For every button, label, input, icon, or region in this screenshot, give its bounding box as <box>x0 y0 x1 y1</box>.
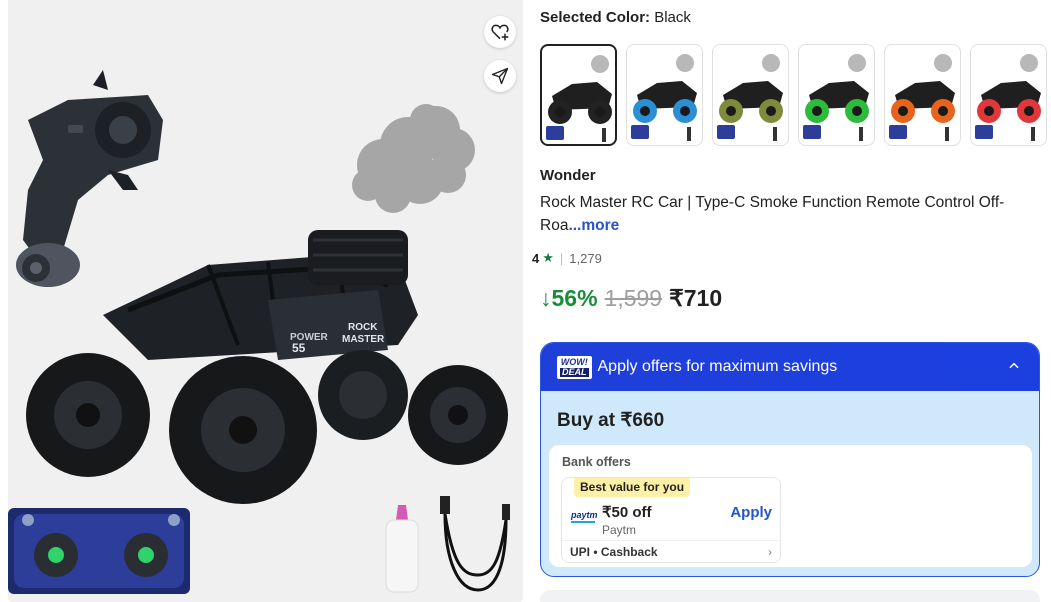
wow-deal-badge-top: WOW! <box>560 356 588 367</box>
rating-count: 1,279 <box>569 250 602 266</box>
wow-deal-badge: WOW! DEAL <box>557 355 592 379</box>
swatch-car-thumbnail <box>889 54 955 141</box>
selected-color-value: Black <box>654 9 691 26</box>
brand-name[interactable]: Wonder <box>540 167 596 184</box>
share-button[interactable] <box>484 60 516 92</box>
product-image-gallery[interactable]: POWER 55 ROCK MASTER <box>8 0 523 602</box>
color-swatch[interactable] <box>626 44 703 146</box>
chevron-up-icon[interactable] <box>1007 359 1021 373</box>
wow-deal-badge-bottom: DEAL <box>560 366 589 377</box>
next-section-card <box>540 590 1040 602</box>
offer-tile-footer[interactable]: UPI • Cashback › <box>562 540 780 562</box>
swatch-car-thumbnail <box>546 55 612 142</box>
price-row: ↓ 56% 1,599 ₹710 <box>540 285 722 312</box>
star-icon: ★ <box>542 250 554 265</box>
offer-amount: ₹50 off <box>602 504 652 521</box>
rc-car-body: POWER 55 ROCK MASTER <box>103 230 418 360</box>
color-swatch[interactable] <box>970 44 1047 146</box>
chevron-right-icon: › <box>768 545 772 559</box>
color-swatch[interactable] <box>540 44 617 146</box>
car-decal-master: MASTER <box>342 334 385 345</box>
discount-percent: 56% <box>551 285 598 311</box>
apply-offer-button[interactable]: Apply <box>730 504 772 521</box>
final-price: ₹710 <box>669 285 723 311</box>
offers-header-text: Apply offers for maximum savings <box>597 358 838 375</box>
bank-offers-box: Bank offers Best value for you paytm ₹50… <box>549 445 1032 567</box>
swatch-car-thumbnail <box>631 54 697 141</box>
car-decal-rock: ROCK <box>348 322 378 333</box>
selected-color-label: Selected Color: <box>540 9 651 26</box>
share-arrow-icon <box>491 67 509 85</box>
best-value-tag: Best value for you <box>574 478 691 497</box>
offers-card: WOW! DEAL Apply offers for maximum savin… <box>540 342 1040 577</box>
swatch-car-thumbnail <box>717 54 783 141</box>
color-swatch[interactable] <box>884 44 961 146</box>
car-decal-55: 55 <box>292 341 306 355</box>
rating-separator: | <box>559 250 564 266</box>
discount: ↓ 56% <box>540 285 598 312</box>
color-swatch[interactable] <box>798 44 875 146</box>
rating-value: 4 <box>532 250 540 266</box>
buy-at-price: Buy at ₹660 <box>557 410 665 431</box>
heart-plus-icon <box>491 24 509 41</box>
rating-summary[interactable]: 4 ★ | 1,279 <box>532 250 602 266</box>
rc-car-product-image: POWER 55 ROCK MASTER <box>8 70 510 594</box>
color-swatch[interactable] <box>712 44 789 146</box>
paytm-logo: paytm <box>571 510 598 523</box>
more-link[interactable]: ...more <box>568 217 619 234</box>
swatch-car-thumbnail <box>975 54 1041 141</box>
paytm-logo-text: paytm <box>571 510 598 520</box>
selected-color: Selected Color: Black <box>540 9 691 26</box>
color-swatches <box>540 44 1047 146</box>
smoke-cloud <box>352 104 475 213</box>
bank-offer-tile[interactable]: Best value for you paytm ₹50 off Paytm A… <box>561 477 781 563</box>
wishlist-button[interactable] <box>484 16 516 48</box>
product-title: Rock Master RC Car | Type-C Smoke Functi… <box>540 191 1030 237</box>
mrp-price: 1,599 <box>604 285 663 311</box>
offer-provider: Paytm <box>602 523 637 537</box>
swatch-car-thumbnail <box>803 54 869 141</box>
smoke-liquid-bottle <box>385 505 419 593</box>
remote-transmitter <box>16 70 163 287</box>
usb-c-cable <box>440 496 510 592</box>
inset-remote-image <box>8 508 190 594</box>
rc-car-wheels <box>26 350 508 504</box>
offer-type-label: UPI • Cashback <box>570 545 658 559</box>
arrow-down-icon: ↓ <box>540 285 552 311</box>
offers-header[interactable]: WOW! DEAL Apply offers for maximum savin… <box>541 343 1039 391</box>
bank-offers-title: Bank offers <box>562 455 631 469</box>
